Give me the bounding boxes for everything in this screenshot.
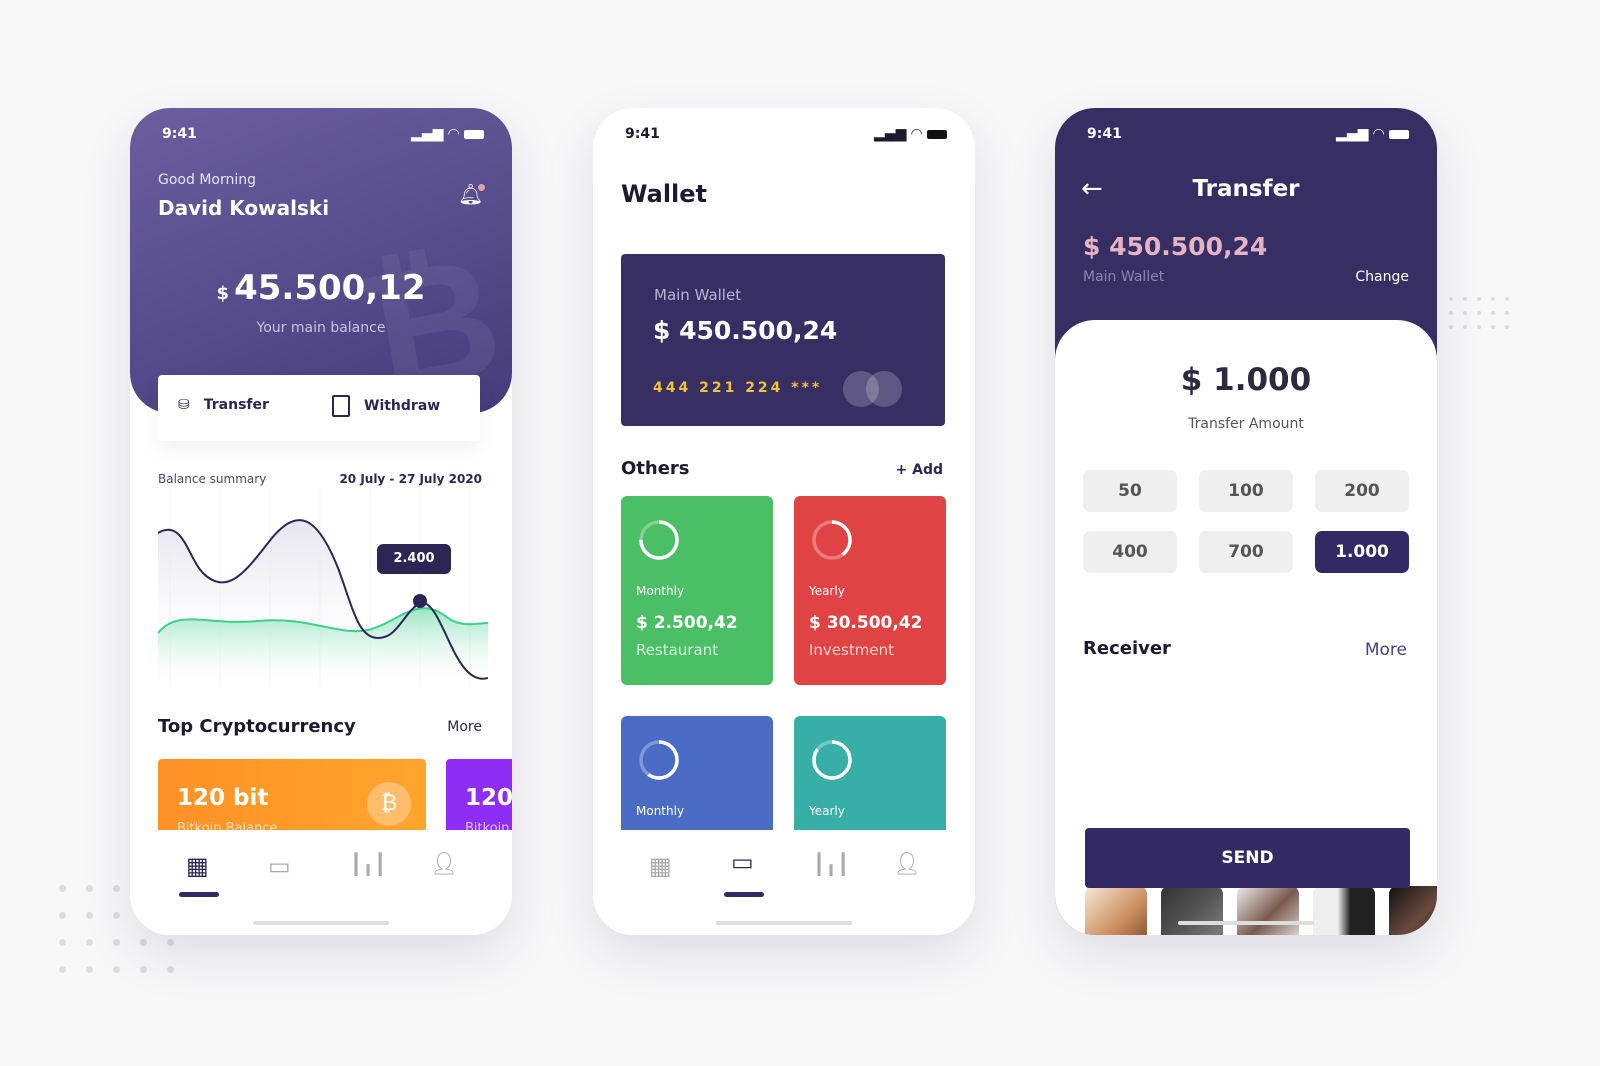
currency-symbol: $ — [216, 283, 229, 304]
amount-chip[interactable]: 50 — [1083, 470, 1177, 512]
greeting: Good Morning — [158, 172, 256, 188]
chart-icon[interactable]: ┃╻┃ — [813, 852, 849, 882]
tile-category: Restaurant — [636, 641, 719, 659]
receiver-more-link[interactable]: More — [1365, 640, 1407, 660]
tile-category: Investment — [809, 641, 894, 659]
add-button[interactable]: + Add — [896, 462, 943, 478]
receiver-avatar[interactable] — [1389, 886, 1437, 935]
card-number: 444 221 224 *** — [653, 380, 823, 396]
highlight-point[interactable] — [413, 594, 427, 608]
status-time: 9:41 — [625, 126, 660, 142]
transfer-amount-label: Transfer Amount — [1188, 416, 1304, 432]
wallet-screen: 9:41 ▂▄▆ ◠ Wallet Main Wallet $ 450.500,2… — [593, 108, 975, 935]
chart-icon[interactable]: ┃╻┃ — [350, 852, 386, 882]
page-title: Transfer — [1192, 176, 1300, 202]
home-screen: ₿ 9:41 ▂▄▆ ◠ Good Morning David Kowalski … — [130, 108, 512, 935]
amount-chip[interactable]: 1.000 — [1315, 531, 1409, 573]
tile-period: Yearly — [809, 584, 845, 598]
main-balance: $ 45.500,12 — [130, 268, 512, 308]
balance-chart — [158, 488, 488, 688]
user-icon[interactable]: 👤︎ — [430, 852, 460, 882]
status-bar: 9:41 ▂▄▆ ◠ — [625, 124, 947, 144]
transfer-screen: 9:41 ▂▄▆ ◠ ← Transfer $ 450.500,24 Main W… — [1055, 108, 1437, 935]
coins-icon: ⛁ — [178, 397, 190, 413]
transfer-label: Transfer — [203, 397, 269, 413]
withdraw-button[interactable]: Withdraw — [332, 395, 440, 417]
amount-chip[interactable]: 100 — [1199, 470, 1293, 512]
user-name: David Kowalski — [158, 196, 330, 220]
tile-amount: $ 30.500,42 — [809, 613, 923, 633]
progress-ring-icon — [812, 520, 852, 560]
status-time: 9:41 — [162, 126, 197, 142]
active-tab-indicator — [724, 892, 764, 897]
wallet-tile[interactable]: Yearly $ 30.500,42 Investment — [794, 496, 946, 685]
crypto-amount: 120 bit — [177, 785, 269, 811]
active-tab-indicator — [179, 892, 219, 897]
others-title: Others — [621, 458, 690, 479]
home-indicator — [253, 921, 389, 925]
transfer-panel: $ 1.000 Transfer Amount 50 100 200 400 700 1.… — [1055, 320, 1437, 935]
withdraw-label: Withdraw — [364, 398, 441, 414]
wallet-label: Main Wallet — [654, 286, 742, 304]
status-icons: ▂▄▆ ◠ — [411, 126, 484, 142]
home-indicator — [1178, 921, 1314, 925]
receiver-avatar[interactable] — [1313, 886, 1375, 935]
crypto-more-link[interactable]: More — [447, 719, 482, 735]
progress-ring-icon — [812, 740, 852, 780]
amount-chip[interactable]: 200 — [1315, 470, 1409, 512]
balance-amount: 45.500,12 — [234, 268, 426, 308]
status-icons: ▂▄▆ ◠ — [874, 126, 947, 142]
tile-period: Yearly — [809, 804, 845, 818]
status-icons: ▂▄▆ ◠ — [1336, 126, 1409, 142]
chart-title: Balance summary — [158, 472, 267, 486]
balance-label: Your main balance — [256, 320, 386, 336]
bottom-nav: ▦ ▭ ┃╻┃ 👤︎ — [593, 830, 975, 935]
wallet-tile[interactable]: Monthly $ 2.500,42 Restaurant — [621, 496, 773, 685]
decorative-dots — [1449, 297, 1509, 329]
card-icon[interactable]: ▭ — [731, 848, 761, 878]
crypto-amount: 120 bit — [465, 785, 512, 811]
card-brand-icon — [866, 371, 902, 407]
change-wallet-link[interactable]: Change — [1355, 269, 1409, 285]
status-bar: 9:41 ▂▄▆ ◠ — [162, 124, 484, 144]
transfer-button[interactable]: ⛁ Transfer — [178, 397, 269, 413]
crypto-title: Top Cryptocurrency — [158, 716, 356, 737]
action-bar: ⛁ Transfer Withdraw — [158, 375, 480, 441]
page-title: Wallet — [621, 180, 708, 208]
status-time: 9:41 — [1087, 126, 1122, 142]
wallet-amount: $ 450.500,24 — [653, 316, 838, 345]
home-indicator — [716, 921, 852, 925]
receiver-avatar[interactable] — [1161, 886, 1223, 935]
main-wallet-card[interactable]: Main Wallet $ 450.500,24 444 221 224 *** — [621, 254, 945, 426]
amount-chip[interactable]: 700 — [1199, 531, 1293, 573]
wallet-balance: $ 450.500,24 — [1083, 232, 1268, 261]
tile-amount: $ 2.500,42 — [636, 613, 738, 633]
amount-chip[interactable]: 400 — [1083, 531, 1177, 573]
progress-ring-icon — [639, 740, 679, 780]
chart-date-range: 20 July - 27 July 2020 — [339, 472, 482, 486]
progress-ring-icon — [639, 520, 679, 560]
user-icon[interactable]: 👤︎ — [893, 852, 923, 882]
tile-period: Monthly — [636, 804, 685, 818]
status-bar: 9:41 ▂▄▆ ◠ — [1087, 124, 1409, 144]
grid-icon[interactable]: ▦ — [649, 852, 679, 882]
bitcoin-icon: ₿ — [367, 782, 411, 826]
atm-icon — [332, 395, 350, 417]
wallet-label: Main Wallet — [1083, 269, 1165, 285]
receiver-title: Receiver — [1083, 638, 1171, 659]
bell-icon[interactable]: 🔔︎ — [458, 182, 486, 206]
grid-icon[interactable]: ▦ — [186, 852, 216, 882]
bottom-nav: ▦ ▭ ┃╻┃ 👤︎ — [130, 830, 512, 935]
send-button[interactable]: SEND — [1085, 828, 1410, 888]
receiver-avatar[interactable] — [1085, 886, 1147, 935]
receiver-avatar[interactable] — [1237, 886, 1299, 935]
transfer-amount: $ 1.000 — [1180, 362, 1312, 398]
chart-tooltip: 2.400 — [377, 544, 451, 574]
tile-period: Monthly — [636, 584, 685, 598]
card-icon[interactable]: ▭ — [268, 852, 298, 882]
